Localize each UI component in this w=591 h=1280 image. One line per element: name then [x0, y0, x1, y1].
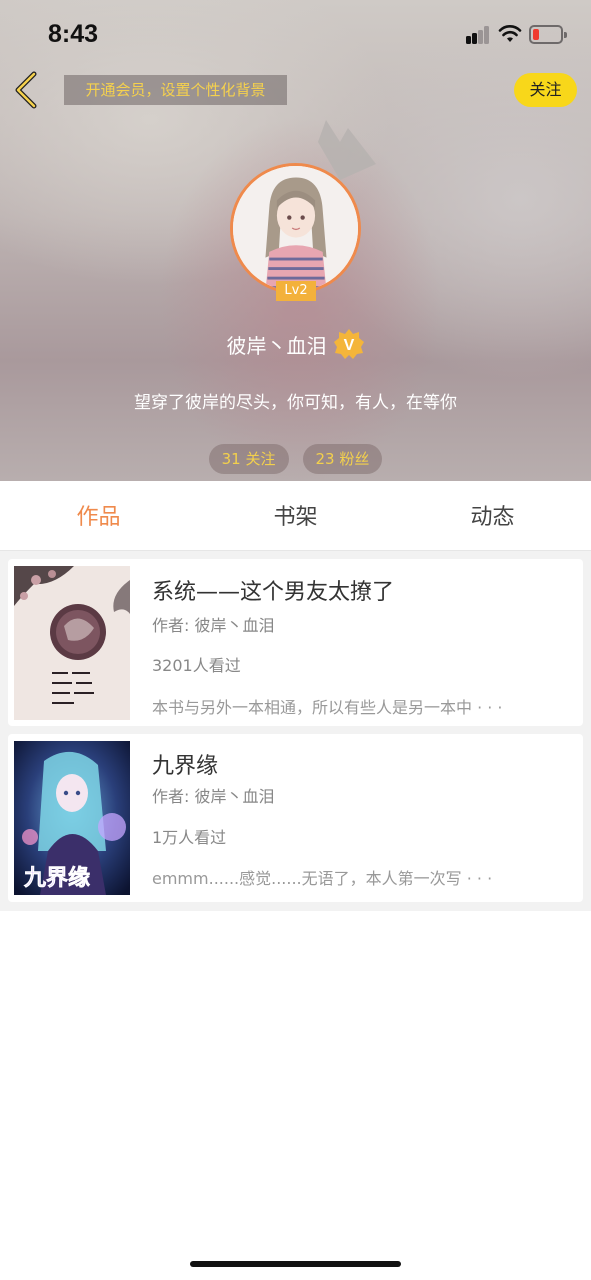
- home-indicator[interactable]: [190, 1261, 401, 1267]
- book-card[interactable]: 系统——这个男友太撩了 作者: 彼岸丶血泪 3201人看过 本书与另外一本相通，…: [8, 559, 583, 726]
- vip-background-banner[interactable]: 开通会员，设置个性化背景: [64, 75, 287, 105]
- back-chevron-icon[interactable]: [12, 70, 42, 110]
- svg-text:V: V: [343, 337, 354, 354]
- book-view-count: 1万人看过: [152, 828, 227, 847]
- book-description: 本书与另外一本相通，所以有些人是另一本中 · · ·: [152, 698, 503, 717]
- tab-activity[interactable]: 动态: [394, 481, 591, 550]
- book-author: 作者: 彼岸丶血泪: [152, 787, 275, 806]
- follow-button[interactable]: 关注: [514, 73, 577, 107]
- book-view-count: 3201人看过: [152, 656, 241, 675]
- status-time: 8:43: [48, 20, 99, 48]
- book-cover-art: [14, 566, 130, 720]
- following-count-button[interactable]: 31 关注: [208, 444, 289, 474]
- wifi-icon: [498, 25, 522, 42]
- book-card[interactable]: 九界缘 九界缘 作者: 彼岸丶血泪 1万人看过 emmm......感觉....…: [8, 734, 583, 902]
- fans-count-button[interactable]: 23 粉丝: [302, 444, 383, 474]
- battery-icon: [529, 25, 567, 44]
- svg-text:九界缘: 九界缘: [23, 865, 90, 891]
- book-cover[interactable]: 九界缘: [14, 741, 130, 895]
- avatar[interactable]: [230, 163, 361, 294]
- verified-badge-icon: V: [333, 329, 364, 359]
- user-signature: 望穿了彼岸的尽头，你可知，有人，在等你: [134, 393, 457, 413]
- profile-header: 8:43 开通会员，设置个性化背景 关注 Lv2 彼岸丶血泪 V 望穿了彼岸的尽…: [0, 0, 591, 481]
- book-title: 九界缘: [152, 754, 219, 779]
- level-badge: Lv2: [276, 281, 316, 301]
- book-description: emmm......感觉......无语了，本人第一次写 · · ·: [152, 869, 493, 888]
- book-cover[interactable]: [14, 566, 130, 720]
- tab-bookshelf[interactable]: 书架: [197, 481, 394, 550]
- avatar-illustration: [233, 166, 358, 291]
- book-author: 作者: 彼岸丶血泪: [152, 616, 275, 635]
- works-list: 系统——这个男友太撩了 作者: 彼岸丶血泪 3201人看过 本书与另外一本相通，…: [0, 551, 591, 911]
- stats-row: 31 关注 23 粉丝: [0, 444, 591, 474]
- username: 彼岸丶血泪: [226, 333, 327, 358]
- tab-works[interactable]: 作品: [0, 481, 197, 550]
- book-title: 系统——这个男友太撩了: [152, 580, 395, 605]
- cellular-signal-icon: [466, 26, 490, 44]
- username-row: 彼岸丶血泪 V: [0, 326, 591, 362]
- book-cover-art: 九界缘: [14, 741, 130, 895]
- status-bar: 8:43: [0, 0, 591, 70]
- profile-tabs: 作品 书架 动态: [0, 481, 591, 551]
